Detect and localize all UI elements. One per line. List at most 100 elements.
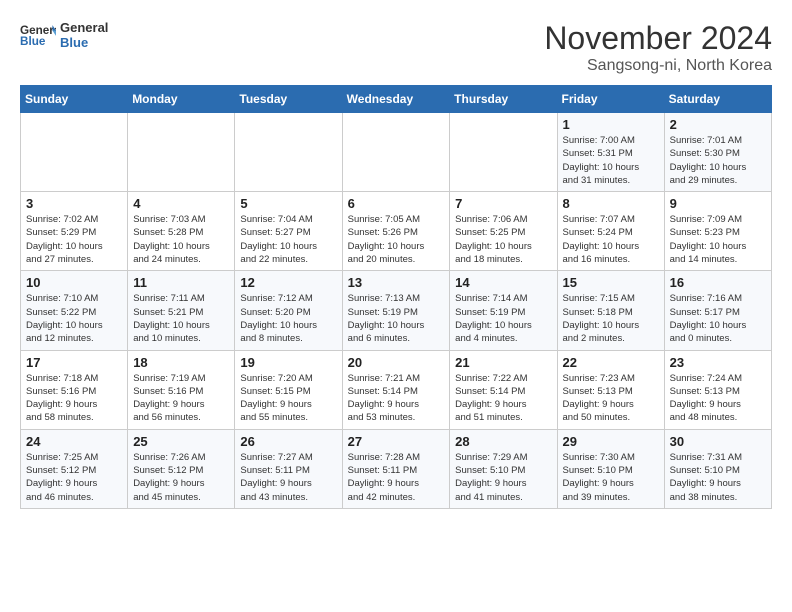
day-number: 30 [670,434,766,449]
calendar-cell: 22Sunrise: 7:23 AM Sunset: 5:13 PM Dayli… [557,350,664,429]
calendar-week-4: 24 Sunrise: 7:25 AM Sunset: 5:12 PM Dayli… [21,429,772,508]
day-info: Sunrise: 7:31 AM Sunset: 5:10 PM Dayligh… [670,451,766,504]
day-number: 3 [26,196,122,211]
day-info: Sunrise: 7:30 AM Sunset: 5:10 PM Dayligh… [563,451,659,504]
calendar: SundayMondayTuesdayWednesdayThursdayFrid… [20,85,772,509]
day-number: 1 [563,117,659,132]
day-info: Sunrise: 7:13 AM Sunset: 5:19 PM Dayligh… [348,292,445,345]
calendar-cell: 24 Sunrise: 7:25 AM Sunset: 5:12 PM Dayli… [21,429,128,508]
day-number: 24 [26,434,122,449]
calendar-cell: 8 Sunrise: 7:07 AM Sunset: 5:24 PM Daylig… [557,192,664,271]
day-info: Sunrise: 7:15 AM Sunset: 5:18 PM Dayligh… [563,292,659,345]
calendar-cell [235,113,342,192]
day-info: Sunrise: 7:18 AM Sunset: 5:16 PM Dayligh… [26,372,122,425]
calendar-cell: 1 Sunrise: 7:00 AM Sunset: 5:31 PM Daylig… [557,113,664,192]
day-number: 10 [26,275,122,290]
day-info: Sunrise: 7:27 AM Sunset: 5:11 PM Dayligh… [240,451,336,504]
day-number: 27 [348,434,445,449]
day-number: 15 [563,275,659,290]
day-number: 21 [455,355,551,370]
day-info: Sunrise: 7:12 AM Sunset: 5:20 PM Dayligh… [240,292,336,345]
day-info: Sunrise: 7:28 AM Sunset: 5:11 PM Dayligh… [348,451,445,504]
header: General Blue General Blue November 2024 … [20,20,772,75]
day-number: 18 [133,355,229,370]
logo: General Blue General Blue [20,20,108,50]
logo-line2: Blue [60,35,108,50]
calendar-cell [128,113,235,192]
calendar-week-0: 1 Sunrise: 7:00 AM Sunset: 5:31 PM Daylig… [21,113,772,192]
day-info: Sunrise: 7:25 AM Sunset: 5:12 PM Dayligh… [26,451,122,504]
day-info: Sunrise: 7:29 AM Sunset: 5:10 PM Dayligh… [455,451,551,504]
calendar-cell: 26Sunrise: 7:27 AM Sunset: 5:11 PM Dayli… [235,429,342,508]
day-info: Sunrise: 7:22 AM Sunset: 5:14 PM Dayligh… [455,372,551,425]
calendar-cell: 13 Sunrise: 7:13 AM Sunset: 5:19 PM Dayli… [342,271,450,350]
day-info: Sunrise: 7:06 AM Sunset: 5:25 PM Dayligh… [455,213,551,266]
calendar-week-2: 10 Sunrise: 7:10 AM Sunset: 5:22 PM Dayli… [21,271,772,350]
day-info: Sunrise: 7:10 AM Sunset: 5:22 PM Dayligh… [26,292,122,345]
day-number: 5 [240,196,336,211]
page: General Blue General Blue November 2024 … [0,0,792,519]
day-number: 17 [26,355,122,370]
calendar-cell: 27 Sunrise: 7:28 AM Sunset: 5:11 PM Dayli… [342,429,450,508]
day-number: 12 [240,275,336,290]
day-info: Sunrise: 7:00 AM Sunset: 5:31 PM Dayligh… [563,134,659,187]
calendar-header-row: SundayMondayTuesdayWednesdayThursdayFrid… [21,86,772,113]
calendar-cell: 9 Sunrise: 7:09 AM Sunset: 5:23 PM Daylig… [664,192,771,271]
calendar-cell [342,113,450,192]
calendar-cell: 17 Sunrise: 7:18 AM Sunset: 5:16 PM Dayli… [21,350,128,429]
day-info: Sunrise: 7:21 AM Sunset: 5:14 PM Dayligh… [348,372,445,425]
calendar-cell: 3Sunrise: 7:02 AM Sunset: 5:29 PM Daylig… [21,192,128,271]
calendar-week-3: 17 Sunrise: 7:18 AM Sunset: 5:16 PM Dayli… [21,350,772,429]
calendar-week-1: 3Sunrise: 7:02 AM Sunset: 5:29 PM Daylig… [21,192,772,271]
header-monday: Monday [128,86,235,113]
day-number: 13 [348,275,445,290]
calendar-cell: 20Sunrise: 7:21 AM Sunset: 5:14 PM Dayli… [342,350,450,429]
day-number: 22 [563,355,659,370]
day-info: Sunrise: 7:09 AM Sunset: 5:23 PM Dayligh… [670,213,766,266]
day-info: Sunrise: 7:19 AM Sunset: 5:16 PM Dayligh… [133,372,229,425]
calendar-cell: 14 Sunrise: 7:14 AM Sunset: 5:19 PM Dayli… [450,271,557,350]
header-saturday: Saturday [664,86,771,113]
calendar-cell: 30 Sunrise: 7:31 AM Sunset: 5:10 PM Dayli… [664,429,771,508]
day-number: 29 [563,434,659,449]
calendar-cell: 19 Sunrise: 7:20 AM Sunset: 5:15 PM Dayli… [235,350,342,429]
day-info: Sunrise: 7:16 AM Sunset: 5:17 PM Dayligh… [670,292,766,345]
calendar-cell: 15 Sunrise: 7:15 AM Sunset: 5:18 PM Dayli… [557,271,664,350]
day-info: Sunrise: 7:11 AM Sunset: 5:21 PM Dayligh… [133,292,229,345]
day-number: 23 [670,355,766,370]
calendar-cell: 23Sunrise: 7:24 AM Sunset: 5:13 PM Dayli… [664,350,771,429]
day-number: 8 [563,196,659,211]
day-number: 6 [348,196,445,211]
logo-icon: General Blue [20,21,56,49]
day-number: 25 [133,434,229,449]
day-number: 16 [670,275,766,290]
month-title: November 2024 [544,20,772,57]
day-info: Sunrise: 7:04 AM Sunset: 5:27 PM Dayligh… [240,213,336,266]
header-thursday: Thursday [450,86,557,113]
calendar-cell: 5 Sunrise: 7:04 AM Sunset: 5:27 PM Daylig… [235,192,342,271]
location: Sangsong-ni, North Korea [544,57,772,75]
day-info: Sunrise: 7:07 AM Sunset: 5:24 PM Dayligh… [563,213,659,266]
title-block: November 2024 Sangsong-ni, North Korea [544,20,772,75]
day-number: 28 [455,434,551,449]
calendar-cell [21,113,128,192]
day-number: 4 [133,196,229,211]
calendar-cell: 16 Sunrise: 7:16 AM Sunset: 5:17 PM Dayli… [664,271,771,350]
day-info: Sunrise: 7:20 AM Sunset: 5:15 PM Dayligh… [240,372,336,425]
header-tuesday: Tuesday [235,86,342,113]
calendar-cell: 2Sunrise: 7:01 AM Sunset: 5:30 PM Daylig… [664,113,771,192]
calendar-cell: 10 Sunrise: 7:10 AM Sunset: 5:22 PM Dayli… [21,271,128,350]
calendar-cell: 21 Sunrise: 7:22 AM Sunset: 5:14 PM Dayli… [450,350,557,429]
day-number: 19 [240,355,336,370]
calendar-cell: 7Sunrise: 7:06 AM Sunset: 5:25 PM Daylig… [450,192,557,271]
calendar-cell: 6Sunrise: 7:05 AM Sunset: 5:26 PM Daylig… [342,192,450,271]
day-info: Sunrise: 7:03 AM Sunset: 5:28 PM Dayligh… [133,213,229,266]
day-info: Sunrise: 7:14 AM Sunset: 5:19 PM Dayligh… [455,292,551,345]
header-friday: Friday [557,86,664,113]
day-number: 14 [455,275,551,290]
day-number: 2 [670,117,766,132]
day-number: 11 [133,275,229,290]
svg-text:Blue: Blue [20,35,46,48]
day-number: 9 [670,196,766,211]
day-info: Sunrise: 7:26 AM Sunset: 5:12 PM Dayligh… [133,451,229,504]
